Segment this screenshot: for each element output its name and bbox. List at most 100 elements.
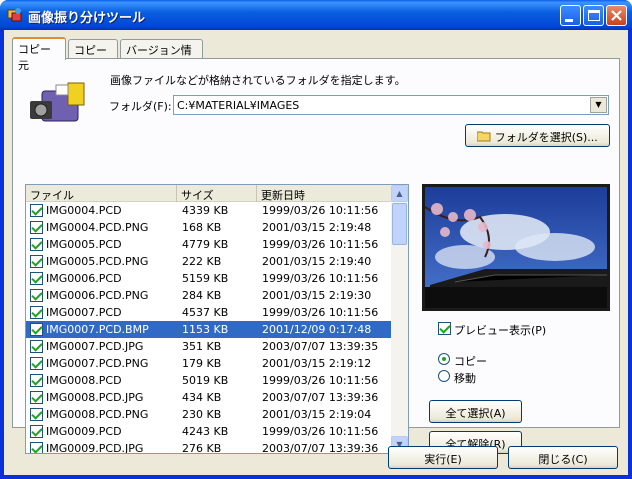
file-name-cell: IMG0009.PCD (46, 425, 122, 438)
file-row-checkbox[interactable] (30, 340, 43, 353)
file-name-cell: IMG0008.PCD.PNG (46, 408, 149, 421)
select-folder-label: フォルダを選択(S)... (494, 131, 598, 144)
file-date-cell: 1999/03/26 10:11:56 (262, 204, 379, 217)
mode-move-label: 移動 (454, 372, 476, 385)
select-folder-button[interactable]: フォルダを選択(S)... (465, 124, 610, 147)
file-row-checkbox[interactable] (30, 255, 43, 268)
file-size-cell: 4779 KB (182, 238, 229, 251)
file-date-cell: 2003/07/07 13:39:36 (262, 391, 379, 404)
minimize-button[interactable] (560, 5, 581, 26)
file-size-cell: 351 KB (182, 340, 222, 353)
file-size-cell: 4537 KB (182, 306, 229, 319)
file-date-cell: 1999/03/26 10:11:56 (262, 425, 379, 438)
file-row-checkbox[interactable] (30, 306, 43, 319)
file-list[interactable]: ファイル サイズ 更新日時 IMG0004.PCD 4339 KB 1999/03/… (25, 184, 409, 454)
file-size-cell: 434 KB (182, 391, 222, 404)
file-name-cell: IMG0008.PCD (46, 374, 122, 387)
folder-hint-text: 画像ファイルなどが格納されているフォルダを指定します。 (110, 74, 406, 87)
file-date-cell: 2003/07/07 13:39:36 (262, 442, 379, 454)
title-bar[interactable]: 画像振り分けツール (0, 0, 632, 30)
folder-combobox[interactable]: C:¥MATERIAL¥IMAGES ▼ (173, 95, 609, 115)
file-date-cell: 2001/03/15 2:19:48 (262, 221, 372, 234)
file-row[interactable]: IMG0006.PCD 5159 KB 1999/03/26 10:11:56 (26, 270, 392, 287)
folder-dropdown-button[interactable]: ▼ (590, 97, 607, 113)
minimize-icon (565, 19, 573, 22)
file-list-scrollbar[interactable]: ▲ ▼ (391, 185, 408, 453)
file-row-checkbox[interactable] (30, 391, 43, 404)
image-preview (422, 184, 610, 311)
file-rows: IMG0004.PCD 4339 KB 1999/03/26 10:11:56 IMG… (26, 202, 392, 454)
file-name-cell: IMG0006.PCD (46, 272, 122, 285)
file-row[interactable]: IMG0008.PCD.JPG 434 KB 2003/07/07 13:39:36 (26, 389, 392, 406)
file-row[interactable]: IMG0007.PCD 4537 KB 1999/03/26 10:11:56 (26, 304, 392, 321)
close-button[interactable] (606, 5, 627, 26)
maximize-button[interactable] (583, 5, 604, 26)
file-row[interactable]: IMG0004.PCD.PNG 168 KB 2001/03/15 2:19:48 (26, 219, 392, 236)
file-row[interactable]: IMG0008.PCD.PNG 230 KB 2001/03/15 2:19:04 (26, 406, 392, 423)
file-date-cell: 2001/12/09 0:17:48 (262, 323, 372, 336)
file-row-checkbox[interactable] (30, 272, 43, 285)
file-row-checkbox[interactable] (30, 204, 43, 217)
select-all-button[interactable]: 全て選択(A) (429, 400, 522, 423)
file-row[interactable]: IMG0005.PCD 4779 KB 1999/03/26 10:11:56 (26, 236, 392, 253)
file-row-checkbox[interactable] (30, 221, 43, 234)
scroll-thumb[interactable] (392, 203, 407, 245)
folder-path-value: C:¥MATERIAL¥IMAGES (177, 99, 300, 112)
file-row[interactable]: IMG0007.PCD.PNG 179 KB 2001/03/15 2:19:12 (26, 355, 392, 372)
run-button[interactable]: 実行(E) (388, 446, 498, 469)
folder-icon (476, 131, 491, 142)
file-name-cell: IMG0007.PCD.JPG (46, 340, 144, 353)
file-row-checkbox[interactable] (30, 357, 43, 370)
tab-destination[interactable]: コピー先 (68, 39, 118, 73)
chevron-up-icon: ▲ (396, 189, 403, 198)
file-row[interactable]: IMG0005.PCD.PNG 222 KB 2001/03/15 2:19:40 (26, 253, 392, 270)
file-row[interactable]: IMG0007.PCD.BMP 1153 KB 2001/12/09 0:17:48 (26, 321, 392, 338)
chevron-down-icon: ▼ (595, 100, 602, 109)
file-date-cell: 1999/03/26 10:11:56 (262, 272, 379, 285)
file-size-cell: 5019 KB (182, 374, 229, 387)
file-row[interactable]: IMG0009.PCD.JPG 276 KB 2003/07/07 13:39:36 (26, 440, 392, 454)
file-row-checkbox[interactable] (30, 289, 43, 302)
file-size-cell: 1153 KB (182, 323, 229, 336)
file-name-cell: IMG0007.PCD.BMP (46, 323, 149, 336)
file-row[interactable]: IMG0008.PCD 5019 KB 1999/03/26 10:11:56 (26, 372, 392, 389)
file-row-checkbox[interactable] (30, 425, 43, 438)
tab-source[interactable]: コピー元 (12, 37, 66, 72)
maximize-icon (588, 10, 600, 21)
window-title: 画像振り分けツール (28, 11, 146, 26)
dialog-body: コピー元 コピー先 バージョン情報 画像ファイルなどが格納されているフォルダを指… (4, 30, 628, 475)
scroll-up-button[interactable]: ▲ (391, 185, 408, 202)
source-tab-panel: 画像ファイルなどが格納されているフォルダを指定します。 フォルダ(F): C:¥… (12, 58, 620, 454)
folder-label: フォルダ(F): (109, 100, 172, 113)
file-size-cell: 179 KB (182, 357, 222, 370)
file-row[interactable]: IMG0004.PCD 4339 KB 1999/03/26 10:11:56 (26, 202, 392, 219)
file-date-cell: 1999/03/26 10:11:56 (262, 238, 379, 251)
file-size-cell: 4339 KB (182, 204, 229, 217)
mode-copy-label: コピー (454, 355, 487, 368)
column-header-file[interactable]: ファイル (26, 185, 177, 202)
column-header-size[interactable]: サイズ (177, 185, 257, 202)
file-row-checkbox[interactable] (30, 323, 43, 336)
file-row[interactable]: IMG0009.PCD 4243 KB 1999/03/26 10:11:56 (26, 423, 392, 440)
preview-checkbox[interactable] (438, 322, 451, 335)
column-header-modified[interactable]: 更新日時 (257, 185, 392, 202)
file-row-checkbox[interactable] (30, 442, 43, 453)
file-date-cell: 1999/03/26 10:11:56 (262, 374, 379, 387)
file-date-cell: 2001/03/15 2:19:40 (262, 255, 372, 268)
mode-copy-radio[interactable] (438, 353, 450, 365)
file-row-checkbox[interactable] (30, 374, 43, 387)
file-name-cell: IMG0007.PCD (46, 306, 122, 319)
file-name-cell: IMG0006.PCD.PNG (46, 289, 149, 302)
file-row-checkbox[interactable] (30, 408, 43, 421)
file-date-cell: 2001/03/15 2:19:12 (262, 357, 372, 370)
file-name-cell: IMG0005.PCD (46, 238, 122, 251)
preview-toggle-label: プレビュー表示(P) (454, 324, 547, 337)
file-row[interactable]: IMG0006.PCD.PNG 284 KB 2001/03/15 2:19:30 (26, 287, 392, 304)
file-name-cell: IMG0007.PCD.PNG (46, 357, 149, 370)
close-dialog-button[interactable]: 閉じる(C) (508, 446, 618, 469)
file-size-cell: 5159 KB (182, 272, 229, 285)
mode-move-radio[interactable] (438, 370, 450, 382)
tab-version-info[interactable]: バージョン情報 (120, 39, 203, 73)
file-row-checkbox[interactable] (30, 238, 43, 251)
file-row[interactable]: IMG0007.PCD.JPG 351 KB 2003/07/07 13:39:35 (26, 338, 392, 355)
